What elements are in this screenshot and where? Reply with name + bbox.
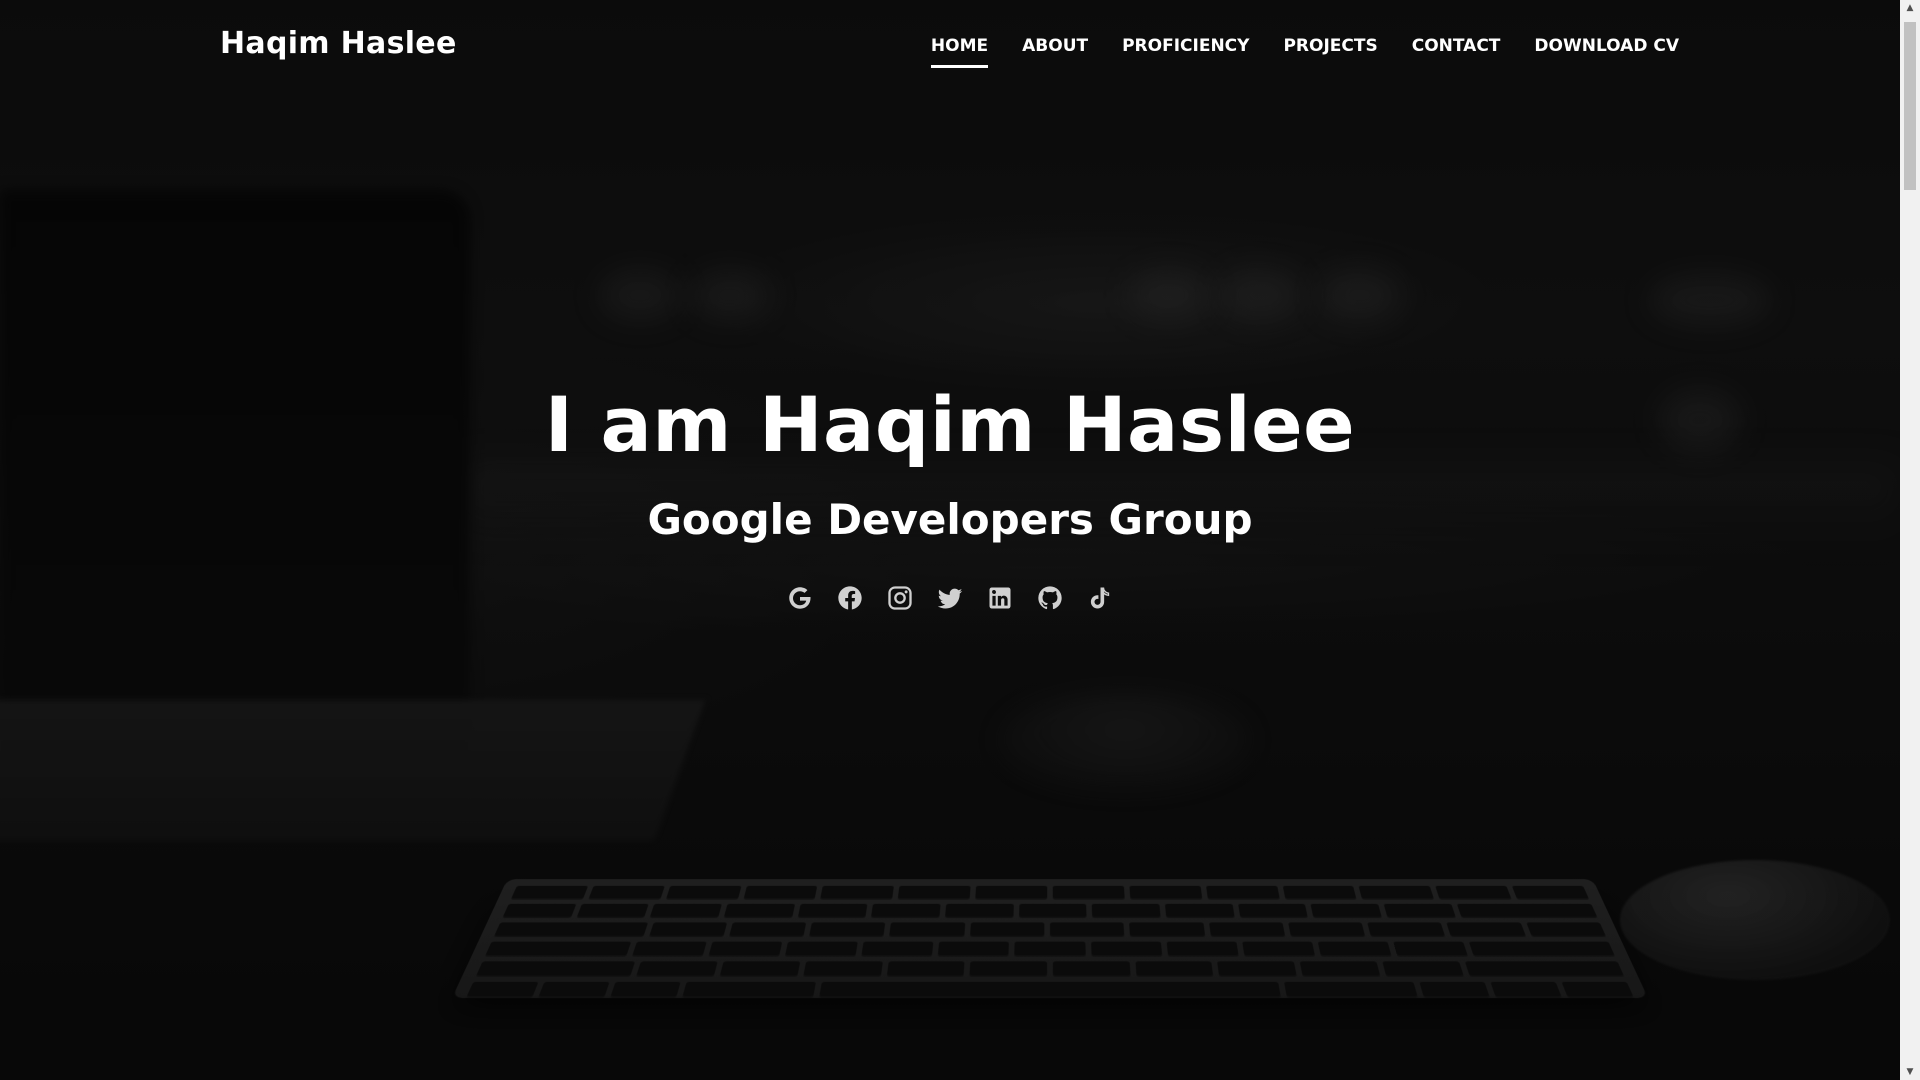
nav-link-download-cv[interactable]: DOWNLOAD CV xyxy=(1534,36,1679,68)
nav-link-home[interactable]: HOME xyxy=(930,36,989,68)
scroll-down-arrow-icon[interactable]: ▼ xyxy=(1900,1064,1920,1080)
brand-logo-link[interactable]: Haqim Haslee xyxy=(220,26,457,61)
scroll-up-arrow-icon[interactable]: ▲ xyxy=(1900,0,1920,16)
nav-link-proficiency[interactable]: PROFICIENCY xyxy=(1122,36,1249,68)
vertical-scrollbar[interactable]: ▲ ▼ xyxy=(1900,0,1920,1080)
nav-link-contact[interactable]: CONTACT xyxy=(1412,36,1501,68)
nav-link-about[interactable]: ABOUT xyxy=(1022,36,1088,68)
hero-section: I am Haqim Haslee Google Developers Grou… xyxy=(0,380,1900,612)
scrollbar-thumb[interactable] xyxy=(1904,22,1916,190)
google-icon[interactable] xyxy=(786,584,814,612)
page-viewport: Haqim Haslee HOME ABOUT PROFICIENCY PROJ… xyxy=(0,0,1900,1080)
nav-menu: HOME ABOUT PROFICIENCY PROJECTS CONTACT … xyxy=(930,36,1679,68)
nav-link-projects[interactable]: PROJECTS xyxy=(1283,36,1377,68)
github-icon[interactable] xyxy=(1036,584,1064,612)
social-links xyxy=(0,584,1900,612)
hero-title: I am Haqim Haslee xyxy=(544,380,1356,469)
linkedin-icon[interactable] xyxy=(986,584,1014,612)
facebook-icon[interactable] xyxy=(836,584,864,612)
tiktok-icon[interactable] xyxy=(1086,584,1114,612)
twitter-icon[interactable] xyxy=(936,584,964,612)
instagram-icon[interactable] xyxy=(886,584,914,612)
navbar: Haqim Haslee HOME ABOUT PROFICIENCY PROJ… xyxy=(0,0,1900,95)
hero-subtitle: Google Developers Group xyxy=(647,495,1253,544)
